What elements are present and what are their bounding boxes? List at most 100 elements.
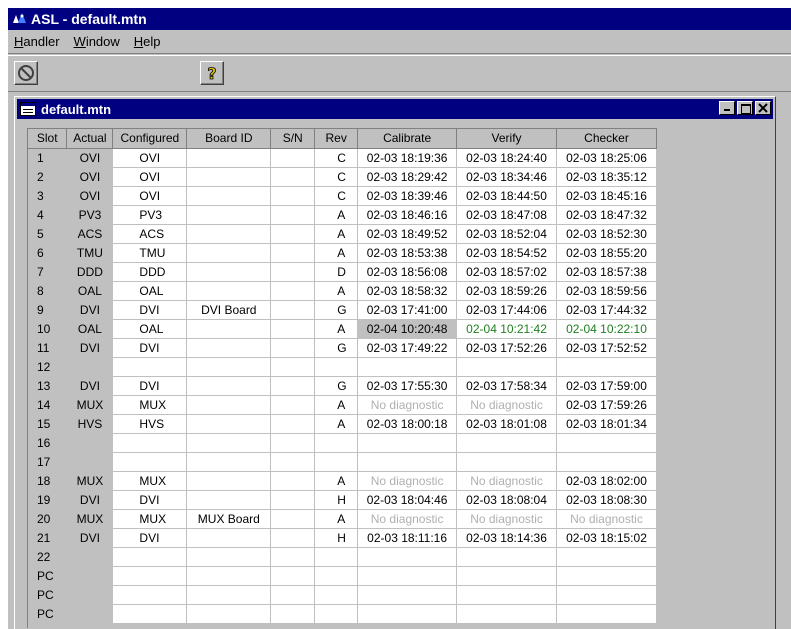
- table-row[interactable]: 3 OVI OVI C 02-03 18:39:46 02-03 18:44:50 02-0…: [28, 186, 657, 206]
- cell-rev[interactable]: [314, 452, 359, 472]
- cell-board-id[interactable]: [186, 414, 272, 434]
- cell-verify[interactable]: [456, 357, 558, 377]
- cell-calibrate[interactable]: 02-03 17:55:30: [357, 376, 458, 396]
- cell-rev[interactable]: C: [314, 148, 359, 168]
- cell-sn[interactable]: [270, 376, 316, 396]
- cell-sn[interactable]: [270, 186, 316, 206]
- cell-checker[interactable]: [556, 433, 657, 453]
- cell-rev[interactable]: A: [314, 414, 359, 434]
- cell-calibrate[interactable]: 02-03 18:58:32: [357, 281, 458, 301]
- table-row[interactable]: 10 OAL OAL A 02-04 10:20:48 02-04 10:21:42 02-…: [28, 319, 657, 339]
- cell-verify[interactable]: 02-04 10:21:42: [456, 319, 558, 339]
- cell-configured[interactable]: [112, 585, 188, 605]
- cell-verify[interactable]: 02-03 18:57:02: [456, 262, 558, 282]
- cell-rev[interactable]: A: [314, 471, 359, 491]
- cell-rev[interactable]: H: [314, 490, 359, 510]
- cell-board-id[interactable]: [186, 281, 272, 301]
- cell-board-id[interactable]: [186, 319, 272, 339]
- cell-board-id[interactable]: [186, 186, 272, 206]
- table-row[interactable]: 1 OVI OVI C 02-03 18:19:36 02-03 18:24:40 02-0…: [28, 148, 657, 168]
- cell-configured[interactable]: DVI: [112, 528, 188, 548]
- cell-checker[interactable]: [556, 452, 657, 472]
- cell-verify[interactable]: No diagnostic: [456, 509, 558, 529]
- cell-rev[interactable]: [314, 433, 359, 453]
- table-row[interactable]: 15 HVS HVS A 02-03 18:00:18 02-03 18:01:08 02-…: [28, 414, 657, 434]
- cell-board-id[interactable]: [186, 338, 272, 358]
- cell-configured[interactable]: DVI: [112, 300, 188, 320]
- cell-checker[interactable]: 02-03 18:52:30: [556, 224, 657, 244]
- cell-calibrate[interactable]: 02-03 18:46:16: [357, 205, 458, 225]
- cell-calibrate[interactable]: 02-03 18:49:52: [357, 224, 458, 244]
- cell-verify[interactable]: 02-03 17:58:34: [456, 376, 558, 396]
- cell-rev[interactable]: A: [314, 395, 359, 415]
- cell-rev[interactable]: G: [314, 300, 359, 320]
- table-row[interactable]: 22: [28, 547, 657, 567]
- minimize-button[interactable]: [719, 101, 735, 115]
- cell-board-id[interactable]: [186, 376, 272, 396]
- menu-window[interactable]: Window: [74, 34, 120, 49]
- cell-calibrate[interactable]: 02-03 17:49:22: [357, 338, 458, 358]
- table-row[interactable]: 5 ACS ACS A 02-03 18:49:52 02-03 18:52:04 02-0…: [28, 224, 657, 244]
- cell-configured[interactable]: HVS: [112, 414, 188, 434]
- cell-checker[interactable]: 02-03 18:25:06: [556, 148, 657, 168]
- cell-sn[interactable]: [270, 338, 316, 358]
- cell-checker[interactable]: [556, 547, 657, 567]
- table-row[interactable]: 14 MUX MUX A No diagnostic No diagnostic 02-03…: [28, 395, 657, 415]
- cell-configured[interactable]: DDD: [112, 262, 188, 282]
- stop-button[interactable]: [14, 61, 38, 85]
- table-row[interactable]: 21 DVI DVI H 02-03 18:11:16 02-03 18:14:36 02-…: [28, 528, 657, 548]
- column-header-configured[interactable]: Configured: [112, 129, 188, 149]
- cell-calibrate[interactable]: 02-03 18:56:08: [357, 262, 458, 282]
- cell-verify[interactable]: 02-03 18:01:08: [456, 414, 558, 434]
- cell-rev[interactable]: D: [314, 262, 359, 282]
- cell-configured[interactable]: MUX: [112, 471, 188, 491]
- cell-checker[interactable]: No diagnostic: [556, 509, 657, 529]
- cell-board-id[interactable]: [186, 547, 272, 567]
- cell-verify[interactable]: No diagnostic: [456, 471, 558, 491]
- cell-configured[interactable]: PV3: [112, 205, 188, 225]
- cell-rev[interactable]: H: [314, 528, 359, 548]
- cell-checker[interactable]: 02-03 18:08:30: [556, 490, 657, 510]
- cell-verify[interactable]: [456, 566, 558, 586]
- cell-verify[interactable]: [456, 604, 558, 624]
- column-header-calibrate[interactable]: Calibrate: [357, 129, 458, 149]
- table-row[interactable]: 17: [28, 452, 657, 472]
- close-button[interactable]: [755, 101, 771, 115]
- cell-board-id[interactable]: [186, 357, 272, 377]
- cell-board-id[interactable]: [186, 148, 272, 168]
- table-row[interactable]: 11 DVI DVI G 02-03 17:49:22 02-03 17:52:26 02-…: [28, 338, 657, 358]
- cell-verify[interactable]: 02-03 18:44:50: [456, 186, 558, 206]
- table-row[interactable]: 12: [28, 357, 657, 377]
- cell-board-id[interactable]: [186, 395, 272, 415]
- table-row[interactable]: 13 DVI DVI G 02-03 17:55:30 02-03 17:58:34 02-…: [28, 376, 657, 396]
- cell-board-id[interactable]: DVI Board: [186, 300, 272, 320]
- cell-rev[interactable]: [314, 357, 359, 377]
- table-row[interactable]: 2 OVI OVI C 02-03 18:29:42 02-03 18:34:46 02-0…: [28, 167, 657, 187]
- cell-verify[interactable]: [456, 452, 558, 472]
- cell-rev[interactable]: [314, 547, 359, 567]
- cell-calibrate[interactable]: [357, 604, 458, 624]
- cell-calibrate[interactable]: No diagnostic: [357, 509, 458, 529]
- cell-calibrate[interactable]: [357, 566, 458, 586]
- column-header-actual[interactable]: Actual: [66, 129, 114, 149]
- table-row[interactable]: 7 DDD DDD D 02-03 18:56:08 02-03 18:57:02 02-0…: [28, 262, 657, 282]
- cell-sn[interactable]: [270, 357, 316, 377]
- column-header-verify[interactable]: Verify: [456, 129, 558, 149]
- app-titlebar[interactable]: ASL - default.mtn: [8, 8, 791, 30]
- document-icon[interactable]: [20, 102, 36, 116]
- cell-sn[interactable]: [270, 509, 316, 529]
- cell-rev[interactable]: [314, 604, 359, 624]
- cell-board-id[interactable]: [186, 433, 272, 453]
- cell-sn[interactable]: [270, 604, 316, 624]
- table-row[interactable]: 6 TMU TMU A 02-03 18:53:38 02-03 18:54:52 02-0…: [28, 243, 657, 263]
- cell-checker[interactable]: 02-03 18:01:34: [556, 414, 657, 434]
- cell-verify[interactable]: 02-03 18:14:36: [456, 528, 558, 548]
- cell-configured[interactable]: [112, 547, 188, 567]
- cell-rev[interactable]: [314, 566, 359, 586]
- cell-calibrate[interactable]: 02-03 18:29:42: [357, 167, 458, 187]
- cell-rev[interactable]: G: [314, 376, 359, 396]
- menu-help[interactable]: Help: [134, 34, 161, 49]
- cell-checker[interactable]: 02-03 18:35:12: [556, 167, 657, 187]
- cell-sn[interactable]: [270, 243, 316, 263]
- cell-sn[interactable]: [270, 300, 316, 320]
